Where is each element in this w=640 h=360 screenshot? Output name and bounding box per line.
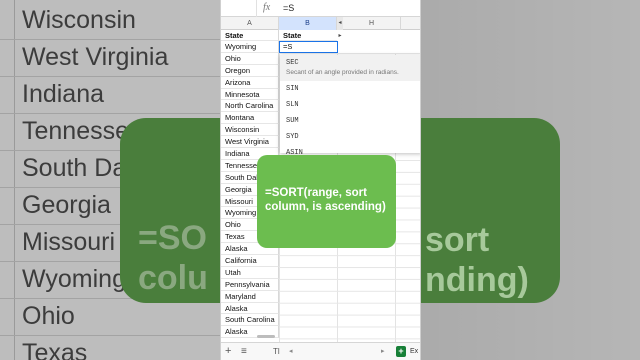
background-state-name: Georgia: [22, 191, 111, 219]
column-a-cell[interactable]: West Virginia: [221, 136, 279, 149]
background-state-name: Wyoming: [22, 265, 126, 293]
sheet-tab[interactable]: Tl: [273, 347, 280, 356]
column-a-cell[interactable]: Utah: [221, 266, 279, 279]
column-a-cell[interactable]: Arizona: [221, 76, 279, 89]
formula-autocomplete-dropdown: SEC Secant of an angle provided in radia…: [280, 55, 420, 157]
name-box[interactable]: [221, 0, 257, 17]
background-state-name: South Da: [22, 154, 127, 182]
sort-formula-text: =SORT(range, sort column, is ascending): [265, 187, 386, 213]
column-a-cell[interactable]: Maryland: [221, 290, 279, 303]
background-state-name: Ohio: [22, 302, 75, 330]
background-row-line: [0, 39, 220, 40]
background-state-name: Indiana: [22, 80, 105, 108]
autocomplete-item[interactable]: SUM: [286, 117, 299, 125]
column-a-cell[interactable]: South Carolina: [221, 314, 279, 327]
explore-icon[interactable]: +: [396, 346, 406, 357]
formula-bar[interactable]: fx =S: [221, 0, 420, 17]
column-a-cell[interactable]: Oregon: [221, 64, 279, 77]
add-sheet-icon[interactable]: +: [225, 345, 231, 357]
column-a-cell[interactable]: Pennsylvania: [221, 278, 279, 291]
horizontal-scrollbar[interactable]: [257, 335, 275, 338]
autocomplete-item-selected[interactable]: SEC Secant of an angle provided in radia…: [280, 55, 420, 81]
active-cell-editor[interactable]: =S: [279, 41, 338, 53]
column-a-cell[interactable]: Wisconsin: [221, 124, 279, 137]
formula-input[interactable]: =S: [283, 3, 294, 13]
autocomplete-selected-description: Secant of an angle provided in radians.: [286, 69, 399, 76]
tab-scroll-right-icon[interactable]: ▸: [381, 347, 385, 355]
column-a-cell[interactable]: Alaska: [221, 302, 279, 315]
autocomplete-item[interactable]: SYD: [286, 133, 299, 141]
background-state-name: Tennesse: [22, 117, 130, 145]
background-state-name: Wisconsin: [22, 6, 136, 34]
column-a-header-cell[interactable]: State: [221, 30, 279, 41]
column-header-a[interactable]: A: [221, 17, 279, 30]
column-a-cell[interactable]: North Carolina: [221, 100, 279, 113]
background-card-text-right: sort nding): [425, 221, 529, 299]
column-a-cell[interactable]: California: [221, 255, 279, 267]
column-header-b[interactable]: B: [279, 17, 337, 30]
column-a-cell[interactable]: Wyoming: [221, 41, 279, 53]
explore-label[interactable]: Ex: [410, 348, 418, 355]
column-b-header-cell[interactable]: State: [279, 30, 337, 41]
background-state-name: Texas: [22, 339, 88, 360]
column-a-cell[interactable]: Ohio: [221, 52, 279, 65]
autocomplete-selected-name: SEC: [286, 59, 299, 67]
fx-icon: fx: [263, 2, 271, 13]
column-a-cell[interactable]: Minnesota: [221, 88, 279, 101]
background-card-text-left: =SO colu: [138, 219, 208, 297]
sort-formula-card: =SORT(range, sort column, is ascending): [257, 155, 396, 248]
column-a-cell[interactable]: Montana: [221, 112, 279, 125]
background-row-line: [0, 113, 220, 114]
column-header-row: A B ◂ ▸ H: [221, 17, 420, 39]
column-header-h[interactable]: H: [343, 17, 401, 30]
all-sheets-icon[interactable]: ≡: [241, 346, 247, 357]
tab-scroll-left-icon[interactable]: ◂: [289, 347, 293, 355]
background-state-name: Missouri: [22, 228, 116, 256]
background-state-name: West Virginia: [22, 43, 169, 71]
background-row-line: [0, 76, 220, 77]
background-row-line: [0, 335, 220, 336]
autocomplete-item[interactable]: SIN: [286, 85, 299, 93]
background-gridline: [14, 0, 15, 360]
autocomplete-item[interactable]: SLN: [286, 101, 299, 109]
bottom-bar: + ≡ Tl ◂ ▸ + Ex: [221, 342, 420, 360]
